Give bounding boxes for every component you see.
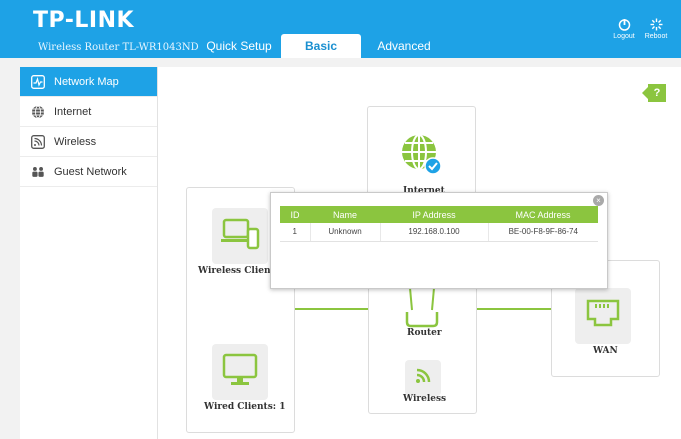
globe-icon (31, 105, 45, 119)
ethernet-port-icon (585, 297, 621, 336)
column-id: ID (280, 206, 310, 223)
sidebar-item-internet[interactable]: Internet (20, 97, 157, 127)
sidebar-item-label: Guest Network (54, 165, 127, 178)
tab-quick-setup[interactable]: Quick Setup (200, 34, 278, 58)
router-model: Wireless Router TL-WR1043ND (38, 42, 199, 53)
client-ip: 192.168.0.100 (380, 223, 489, 242)
guest-users-icon (31, 165, 45, 179)
tab-basic[interactable]: Basic (281, 34, 361, 58)
power-icon (609, 18, 639, 33)
reboot-icon (641, 18, 671, 33)
network-map-icon (31, 74, 45, 89)
logout-button[interactable]: Logout (609, 18, 639, 40)
internet-node[interactable] (393, 128, 449, 184)
wifi-icon (31, 134, 45, 149)
wireless-signal-icon (413, 366, 433, 391)
sidebar-item-guest-network[interactable]: Guest Network (20, 157, 157, 187)
column-mac-address: MAC Address (488, 206, 598, 223)
devices-icon (220, 217, 260, 256)
wireless-clients-label: Wireless Clients (198, 266, 280, 276)
connector-line-left (294, 308, 368, 310)
client-table: ID Name IP Address MAC Address 1 Unknown… (280, 206, 598, 242)
sidebar-item-network-map[interactable]: Network Map (20, 67, 157, 97)
monitor-icon (222, 353, 258, 392)
logout-label: Logout (613, 33, 635, 40)
wireless-clients-node[interactable] (212, 208, 268, 264)
table-header-row: ID Name IP Address MAC Address (280, 206, 598, 223)
tp-link-logo: TP-LINK (33, 8, 135, 33)
top-header: TP-LINK Wireless Router TL-WR1043ND Quic… (0, 0, 681, 58)
client-name: Unknown (310, 223, 381, 242)
wan-label: WAN (593, 346, 618, 356)
table-row: 1 Unknown 192.168.0.100 BE-00-F8-9F-86-7… (280, 223, 598, 242)
sidebar-item-label: Internet (54, 105, 92, 118)
help-button[interactable]: ? (642, 84, 666, 102)
sidebar-item-label: Wireless (54, 135, 97, 148)
sidebar: Network Map Internet Wireless Guest Netw… (20, 67, 158, 439)
column-name: Name (310, 206, 380, 223)
close-icon[interactable]: × (593, 195, 604, 206)
tab-advanced[interactable]: Advanced (370, 34, 438, 58)
connector-line-right (476, 308, 552, 310)
reboot-button[interactable]: Reboot (641, 18, 671, 40)
wireless-node[interactable] (405, 360, 441, 396)
globe-status-icon (399, 132, 443, 181)
wired-clients-node[interactable] (212, 344, 268, 400)
sidebar-item-label: Network Map (54, 75, 119, 88)
wireless-label: Wireless (403, 394, 447, 404)
wired-clients-label: Wired Clients: 1 (204, 402, 286, 412)
sidebar-item-wireless[interactable]: Wireless (20, 127, 157, 157)
router-label: Router (407, 328, 442, 338)
client-mac: BE-00-F8-9F-86-74 (488, 223, 598, 242)
reboot-label: Reboot (644, 33, 668, 40)
column-ip-address: IP Address (380, 206, 488, 223)
client-id: 1 (280, 223, 311, 242)
wan-node[interactable] (575, 288, 631, 344)
